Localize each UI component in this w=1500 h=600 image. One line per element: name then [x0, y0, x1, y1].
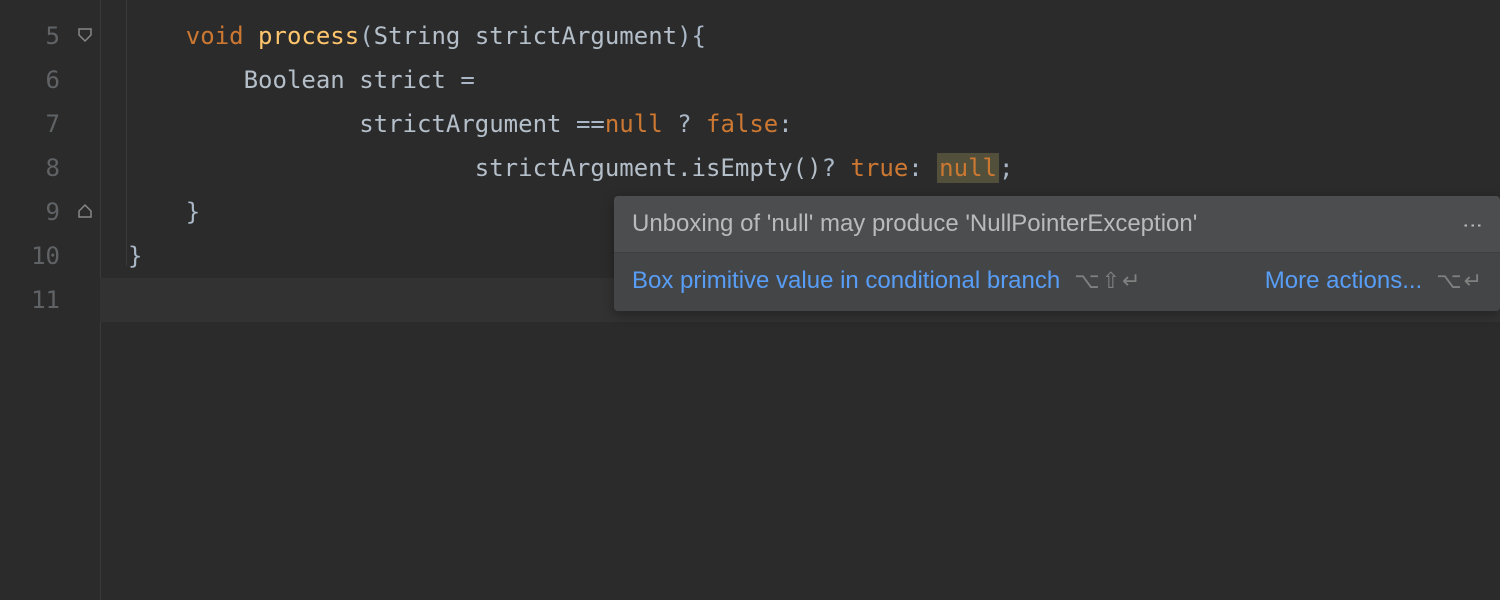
- code-line-5[interactable]: void process(String strictArgument){: [100, 14, 1500, 58]
- param-name: strictArgument: [475, 22, 677, 50]
- line-number: 6: [0, 58, 100, 102]
- enter-key-icon: ↵: [1122, 268, 1140, 294]
- inspection-tooltip: Unboxing of 'null' may produce 'NullPoin…: [614, 196, 1500, 311]
- code-line-8[interactable]: strictArgument.isEmpty()? true: null;: [100, 146, 1500, 190]
- code-line-7[interactable]: strictArgument ==null ? false:: [100, 102, 1500, 146]
- type-string: String: [374, 22, 475, 50]
- keyword-true: true: [850, 154, 908, 182]
- type-boolean: Boolean: [244, 66, 360, 94]
- fold-end-icon[interactable]: [76, 198, 94, 216]
- enter-key-icon: ↵: [1464, 268, 1482, 294]
- shortcut-more-actions: ⌥↵: [1436, 268, 1482, 294]
- fold-start-icon[interactable]: [76, 22, 94, 40]
- var-name: strict: [359, 66, 460, 94]
- line-number: 8: [0, 146, 100, 190]
- shift-key-icon: ⇧: [1102, 268, 1120, 294]
- inspection-message: Unboxing of 'null' may produce 'NullPoin…: [632, 210, 1464, 238]
- shortcut-quickfix: ⌥⇧↵: [1074, 268, 1140, 294]
- line-number: 10: [0, 234, 100, 278]
- more-actions-link[interactable]: More actions...: [1265, 267, 1422, 295]
- keyword-null: null: [605, 110, 663, 138]
- kebab-icon[interactable]: ⋮: [1461, 215, 1486, 233]
- opt-key-icon: ⌥: [1436, 268, 1461, 294]
- tooltip-actions: Box primitive value in conditional branc…: [614, 253, 1500, 311]
- gutter: 5 6 7 8 9 10 11: [0, 0, 100, 600]
- opt-key-icon: ⌥: [1074, 268, 1099, 294]
- warning-highlight-null: null: [937, 153, 999, 183]
- method-name: process: [258, 22, 359, 50]
- line-number: 11: [0, 278, 100, 322]
- keyword-false: false: [706, 110, 778, 138]
- line-number: 7: [0, 102, 100, 146]
- tooltip-header: Unboxing of 'null' may produce 'NullPoin…: [614, 196, 1500, 253]
- quickfix-link[interactable]: Box primitive value in conditional branc…: [632, 267, 1060, 295]
- code-line-6[interactable]: Boolean strict =: [100, 58, 1500, 102]
- keyword-void: void: [186, 22, 244, 50]
